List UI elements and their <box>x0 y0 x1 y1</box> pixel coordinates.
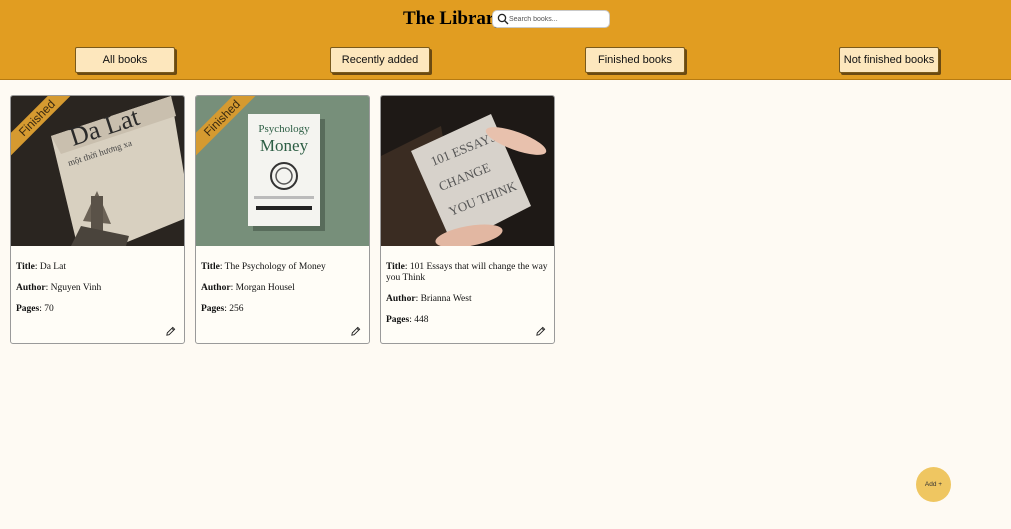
book-info: Title: 101 Essays that will change the w… <box>386 262 548 325</box>
book-info: Title: The Psychology of Money Author: M… <box>201 262 326 314</box>
search-input[interactable] <box>509 12 607 26</box>
book-title: 101 Essays that will change the way you … <box>386 262 548 283</box>
book-title: Da Lat <box>39 262 66 272</box>
edit-pencil-icon[interactable] <box>535 326 546 337</box>
nav-not-finished-books-button[interactable]: Not finished books <box>839 47 939 73</box>
book-cover-image: 101 ESSAYS CHANGE YOU THINK <box>381 96 554 246</box>
book-card: Psychology Money Finished Title: The Psy… <box>195 95 370 344</box>
book-author: Brianna West <box>420 294 472 304</box>
book-title: The Psychology of Money <box>224 262 326 272</box>
book-info: Title: Da Lat Author: Nguyen Vinh Pages:… <box>16 262 102 314</box>
add-book-button[interactable]: Add + <box>916 467 951 502</box>
edit-pencil-icon[interactable] <box>165 326 176 337</box>
book-pages: 256 <box>229 304 244 314</box>
header: The Library All books Recently added Fin… <box>0 0 1011 80</box>
book-pages: 70 <box>44 304 54 314</box>
book-pages: 448 <box>414 315 429 325</box>
svg-text:Psychology: Psychology <box>258 123 310 135</box>
nav-recently-added-button[interactable]: Recently added <box>330 47 430 73</box>
book-author: Morgan Housel <box>235 283 295 293</box>
svg-text:Money: Money <box>260 136 309 155</box>
search-box[interactable] <box>492 10 610 28</box>
search-icon <box>497 13 509 25</box>
nav-finished-books-button[interactable]: Finished books <box>585 47 685 73</box>
book-card: 101 ESSAYS CHANGE YOU THINK Title: 101 E… <box>380 95 555 344</box>
edit-pencil-icon[interactable] <box>350 326 361 337</box>
page-title: The Library <box>403 8 504 29</box>
book-author: Nguyen Vinh <box>50 283 102 293</box>
book-card: Da Lat một thời hương xa Finished Title:… <box>10 95 185 344</box>
nav-all-books-button[interactable]: All books <box>75 47 175 73</box>
